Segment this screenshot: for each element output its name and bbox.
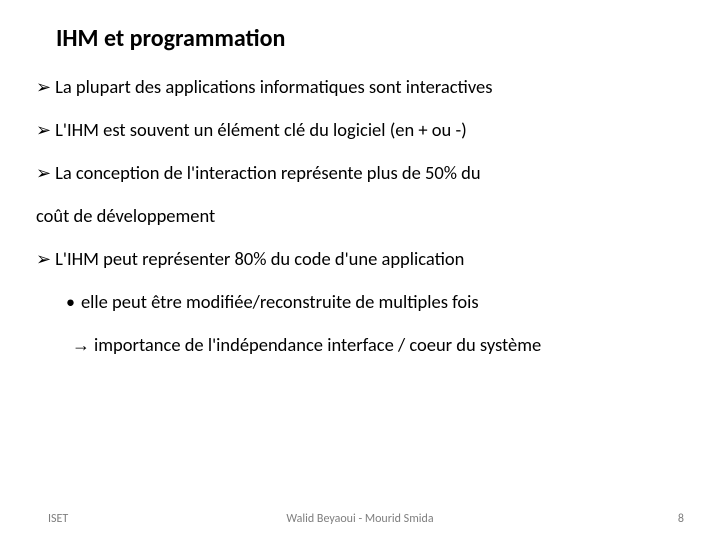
bullet-item-2: ➢ L'IHM est souvent un élément clé du lo… xyxy=(36,118,684,143)
bullet-text: La conception de l'interaction représent… xyxy=(55,161,684,186)
slide-body: ➢ La plupart des applications informatiq… xyxy=(36,75,684,358)
page-number: 8 xyxy=(678,512,684,526)
bullet-text: elle peut être modifiée/reconstruite de … xyxy=(81,290,684,315)
bullet-icon: • xyxy=(66,290,75,314)
triangle-icon: ➢ xyxy=(36,75,51,99)
arrow-icon: → xyxy=(72,333,90,357)
bullet-text: coût de développement xyxy=(36,204,215,227)
triangle-icon: ➢ xyxy=(36,161,51,185)
bullet-text: importance de l'indépendance interface /… xyxy=(94,333,684,358)
bullet-item-1: ➢ La plupart des applications informatiq… xyxy=(36,75,684,100)
sub-bullet-item-1: • elle peut être modifiée/reconstruite d… xyxy=(66,290,684,315)
bullet-text: L'IHM peut représenter 80% du code d'une… xyxy=(55,247,684,272)
slide-footer: ISET Walid Beyaoui - Mourid Smida 8 xyxy=(0,512,720,526)
slide-title: IHM et programmation xyxy=(56,24,684,53)
slide: IHM et programmation ➢ La plupart des ap… xyxy=(0,0,720,540)
bullet-item-3-continuation: coût de développement xyxy=(36,204,684,229)
sub-bullet-item-2: → importance de l'indépendance interface… xyxy=(72,333,684,358)
bullet-item-4: ➢ L'IHM peut représenter 80% du code d'u… xyxy=(36,247,684,272)
triangle-icon: ➢ xyxy=(36,118,51,142)
footer-left: ISET xyxy=(48,512,68,526)
footer-center: Walid Beyaoui - Mourid Smida xyxy=(286,512,433,526)
bullet-item-3: ➢ La conception de l'interaction représe… xyxy=(36,161,684,186)
triangle-icon: ➢ xyxy=(36,247,51,271)
bullet-text: La plupart des applications informatique… xyxy=(55,75,684,100)
bullet-text: L'IHM est souvent un élément clé du logi… xyxy=(55,118,684,143)
